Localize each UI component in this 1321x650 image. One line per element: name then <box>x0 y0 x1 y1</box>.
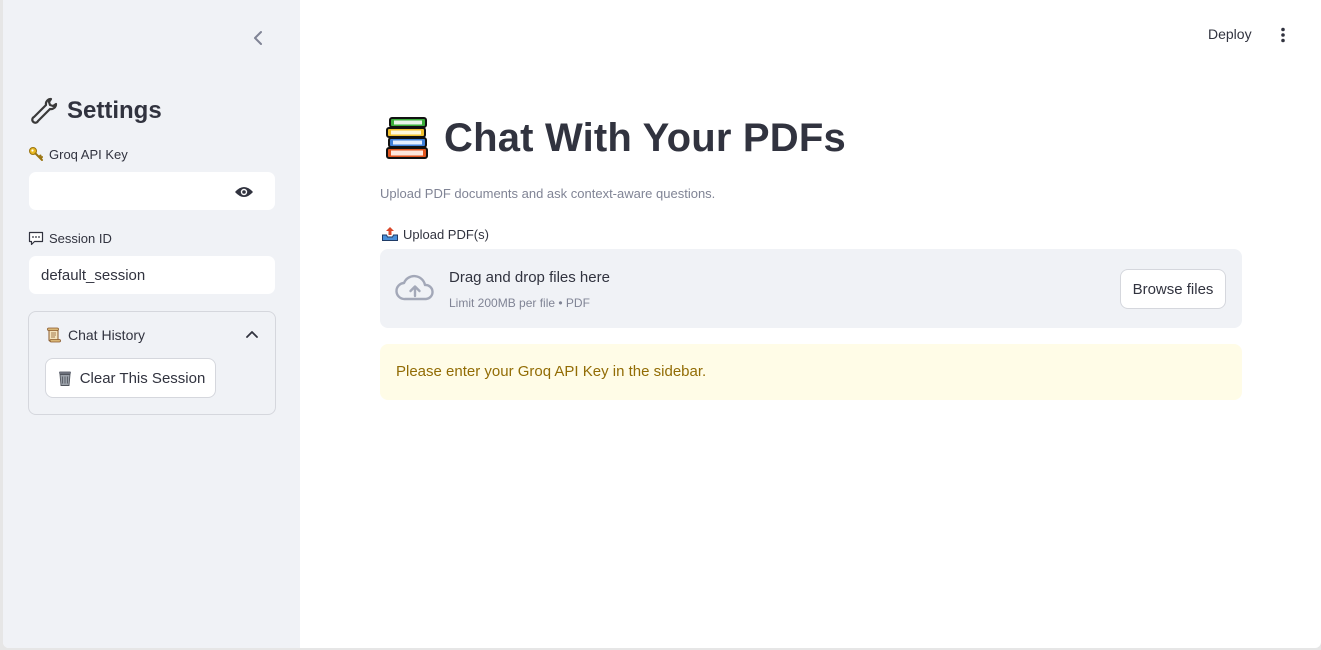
chat-history-expander: Chat History Clear This Session <box>28 311 276 415</box>
upload-label-text: Upload PDF(s) <box>403 226 489 242</box>
file-dropzone[interactable]: Drag and drop files here Limit 200MB per… <box>380 249 1242 328</box>
warning-alert: Please enter your Groq API Key in the si… <box>380 344 1242 400</box>
dropzone-limit: Limit 200MB per file • PDF <box>449 296 590 310</box>
app-window: Settings Groq API Key Session ID default… <box>3 0 1321 648</box>
chevron-left-icon <box>254 31 262 45</box>
clear-session-button[interactable]: Clear This Session <box>45 358 216 398</box>
api-key-label: Groq API Key <box>28 146 128 162</box>
sidebar: Settings Groq API Key Session ID default… <box>3 0 300 648</box>
sidebar-title: Settings <box>29 96 162 126</box>
api-key-input-box <box>28 171 276 211</box>
deploy-button[interactable]: Deploy <box>1204 24 1256 44</box>
chat-history-label-text: Chat History <box>68 327 146 343</box>
scroll-icon <box>46 327 62 343</box>
eye-icon <box>235 187 253 197</box>
dropzone-instructions: Drag and drop files here <box>449 269 610 286</box>
session-id-input[interactable] <box>29 256 275 294</box>
chat-history-label: Chat History <box>46 327 145 343</box>
session-id-label: Session ID <box>28 230 112 246</box>
chat-history-toggle[interactable]: Chat History <box>29 312 275 356</box>
show-password-button[interactable] <box>233 182 255 202</box>
outbox-tray-icon <box>382 227 398 241</box>
page-subtitle: Upload PDF documents and ask context-awa… <box>380 186 716 201</box>
clear-session-label: Clear This Session <box>79 369 206 387</box>
wrench-icon <box>31 97 58 124</box>
session-id-label-text: Session ID <box>49 230 112 246</box>
chevron-up-icon <box>246 331 258 338</box>
page-title: Chat With Your PDFs <box>384 114 846 162</box>
sidebar-title-text: Settings <box>67 97 162 124</box>
menu-kebab-icon <box>1281 27 1285 43</box>
books-icon <box>386 117 428 159</box>
session-id-input-box <box>28 255 276 295</box>
main-content: Deploy Chat With Your PDFs Upload PDF do… <box>300 0 1321 648</box>
wastebasket-icon <box>58 371 71 386</box>
key-icon <box>28 146 44 162</box>
speech-bubble-icon <box>28 230 44 246</box>
main-menu-button[interactable] <box>1273 24 1293 46</box>
api-key-label-text: Groq API Key <box>49 146 128 162</box>
browse-files-button[interactable]: Browse files <box>1120 269 1226 309</box>
upload-label: Upload PDF(s) <box>381 226 489 242</box>
cloud-upload-icon <box>395 274 434 301</box>
warning-text: Please enter your Groq API Key in the si… <box>396 363 707 380</box>
page-title-text: Chat With Your PDFs <box>444 115 846 160</box>
collapse-sidebar-button[interactable] <box>248 27 268 49</box>
